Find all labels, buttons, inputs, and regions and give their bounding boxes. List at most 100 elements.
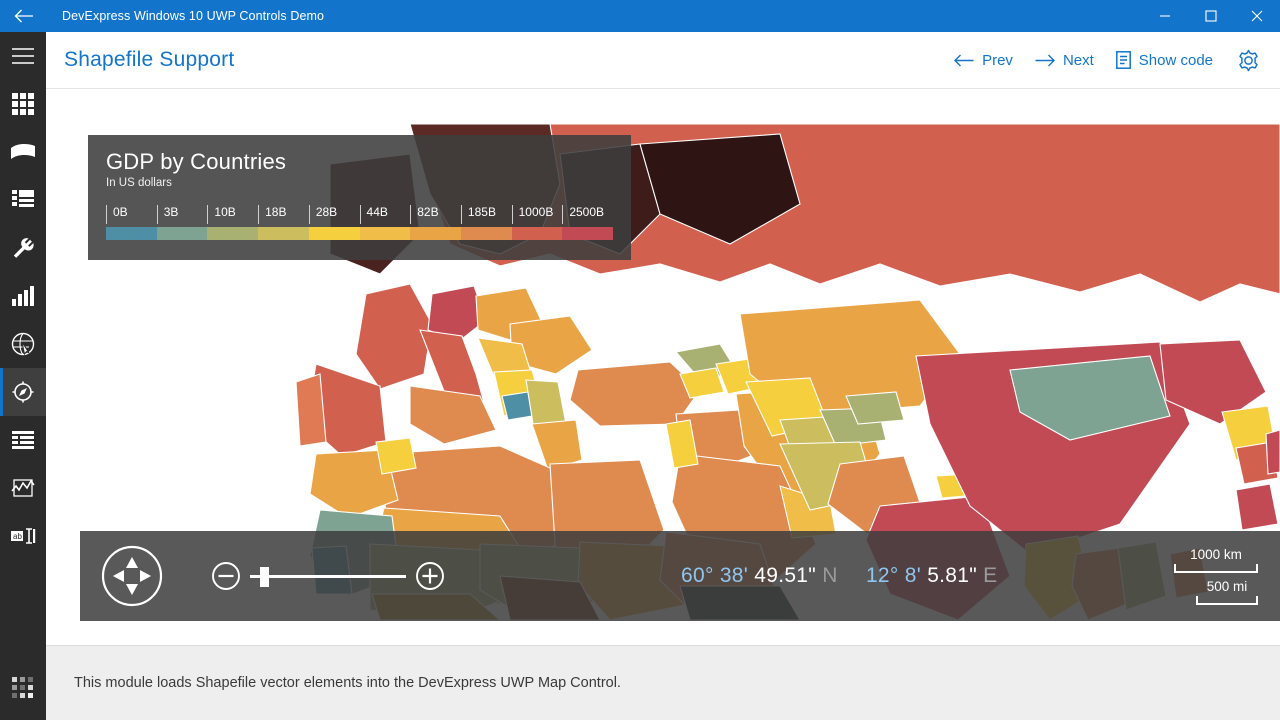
hamburger-menu-icon — [11, 47, 35, 65]
navigation-pad-icon — [101, 545, 163, 607]
sidebar-item-charts[interactable] — [0, 272, 46, 320]
legend-tick-2: 10B — [207, 205, 258, 224]
zoom-controls — [211, 561, 445, 591]
legend-swatch-2 — [207, 227, 258, 240]
lon-hemisphere: E — [983, 564, 997, 587]
data-grid-icon — [11, 430, 35, 450]
close-icon — [1251, 10, 1263, 22]
lon-minutes: 8' — [905, 564, 921, 587]
back-button[interactable] — [0, 0, 48, 32]
title-bar: DevExpress Windows 10 UWP Controls Demo — [0, 0, 1280, 32]
zoom-in-button[interactable] — [415, 561, 445, 591]
sidebar-item-navigation[interactable] — [0, 368, 46, 416]
next-label: Next — [1063, 52, 1094, 69]
page-title: Shapefile Support — [46, 48, 234, 72]
pan-left-arrow — [113, 570, 124, 582]
zoom-out-button[interactable] — [211, 561, 241, 591]
sidebar-item-maps[interactable] — [0, 320, 46, 368]
layout-panels-icon — [11, 189, 35, 211]
sidebar-item-sparkline[interactable] — [0, 464, 46, 512]
legend-color-ramp — [106, 227, 613, 240]
ribbon-icon — [10, 142, 36, 162]
coordinates-readout: 60° 38' 49.51" N 12° 8' 5.81" E — [681, 564, 997, 588]
legend-swatch-0 — [106, 227, 157, 240]
legend-swatch-1 — [157, 227, 208, 240]
sparkline-icon — [11, 477, 35, 499]
header-actions: Prev Next Show code — [943, 42, 1280, 78]
sidebar-item-textedit[interactable]: ab — [0, 512, 46, 560]
zoom-slider[interactable] — [250, 561, 406, 591]
sidebar-item-all-modules[interactable] — [0, 664, 46, 712]
minimize-icon — [1159, 10, 1171, 22]
page-header: Shapefile Support Prev Next Sh — [46, 32, 1280, 88]
scale-mi-label: 500 mi — [1196, 579, 1258, 596]
scale-indicator: 1000 km 500 mi — [1174, 547, 1258, 605]
region-tunisia — [376, 438, 416, 474]
show-code-button[interactable]: Show code — [1105, 45, 1224, 75]
pan-control[interactable] — [101, 545, 163, 607]
legend-swatch-7 — [461, 227, 512, 240]
scale-mi-rule — [1196, 596, 1258, 605]
legend-title: GDP by Countries — [106, 149, 613, 175]
legend-tick-4: 28B — [309, 205, 360, 224]
lat-hemisphere: N — [822, 564, 837, 587]
close-button[interactable] — [1234, 0, 1280, 32]
legend-tick-0: 0B — [106, 205, 157, 224]
legend-swatch-9 — [562, 227, 613, 240]
region-japan-south — [1236, 484, 1278, 530]
pan-down-arrow — [126, 584, 138, 595]
sidebar-item-ribbon[interactable] — [0, 128, 46, 176]
globe-cursor-icon — [11, 332, 35, 356]
scale-km-rule — [1174, 564, 1258, 573]
compass-icon — [11, 380, 35, 404]
maximize-button[interactable] — [1188, 0, 1234, 32]
lat-seconds: 49.51" — [754, 564, 816, 587]
legend-tick-5: 44B — [360, 205, 411, 224]
show-code-label: Show code — [1139, 52, 1213, 69]
legend-swatch-3 — [258, 227, 309, 240]
region-macedonia — [502, 392, 532, 420]
back-arrow-icon — [14, 9, 34, 23]
region-portugal — [296, 374, 326, 446]
sidebar-item-datagrid[interactable] — [0, 416, 46, 464]
sidebar-item-layout[interactable] — [0, 176, 46, 224]
gear-icon — [1237, 49, 1260, 72]
scale-mi: 500 mi — [1196, 579, 1258, 605]
legend-swatch-4 — [309, 227, 360, 240]
scale-km-label: 1000 km — [1174, 547, 1258, 564]
pan-right-arrow — [140, 570, 151, 582]
prev-button[interactable]: Prev — [943, 46, 1024, 75]
legend-swatch-6 — [410, 227, 461, 240]
bar-chart-icon — [11, 285, 35, 307]
legend-tick-7: 185B — [461, 205, 512, 224]
grid-tiles-icon — [11, 92, 35, 116]
legend-tick-3: 18B — [258, 205, 309, 224]
document-icon — [1116, 51, 1131, 69]
app-window: DevExpress Windows 10 UWP Controls Demo — [0, 0, 1280, 720]
legend-subtitle: In US dollars — [106, 177, 613, 189]
minimize-button[interactable] — [1142, 0, 1188, 32]
legend-tick-6: 82B — [410, 205, 461, 224]
lat-degrees: 60° — [681, 564, 714, 587]
sidebar-item-editors[interactable] — [0, 224, 46, 272]
legend-swatch-5 — [360, 227, 411, 240]
wrench-icon — [11, 236, 35, 260]
sidebar: ab — [0, 32, 46, 720]
lon-degrees: 12° — [866, 564, 899, 587]
legend-tick-9: 2500B — [562, 205, 613, 224]
sidebar-item-menu[interactable] — [0, 32, 46, 80]
zoom-slider-thumb[interactable] — [260, 567, 269, 587]
lat-minutes: 38' — [720, 564, 748, 587]
legend-tick-8: 1000B — [512, 205, 563, 224]
prev-label: Prev — [982, 52, 1013, 69]
dotted-grid-icon — [12, 677, 34, 699]
scale-km: 1000 km — [1174, 547, 1258, 573]
zoom-out-icon — [211, 561, 241, 591]
status-description: This module loads Shapefile vector eleme… — [46, 675, 621, 691]
map-legend: GDP by Countries In US dollars 0B3B10B18… — [88, 135, 631, 260]
next-button[interactable]: Next — [1024, 46, 1105, 75]
sidebar-item-grid[interactable] — [0, 80, 46, 128]
legend-tick-1: 3B — [157, 205, 208, 224]
text-edit-icon: ab — [10, 526, 36, 546]
settings-button[interactable] — [1230, 42, 1266, 78]
